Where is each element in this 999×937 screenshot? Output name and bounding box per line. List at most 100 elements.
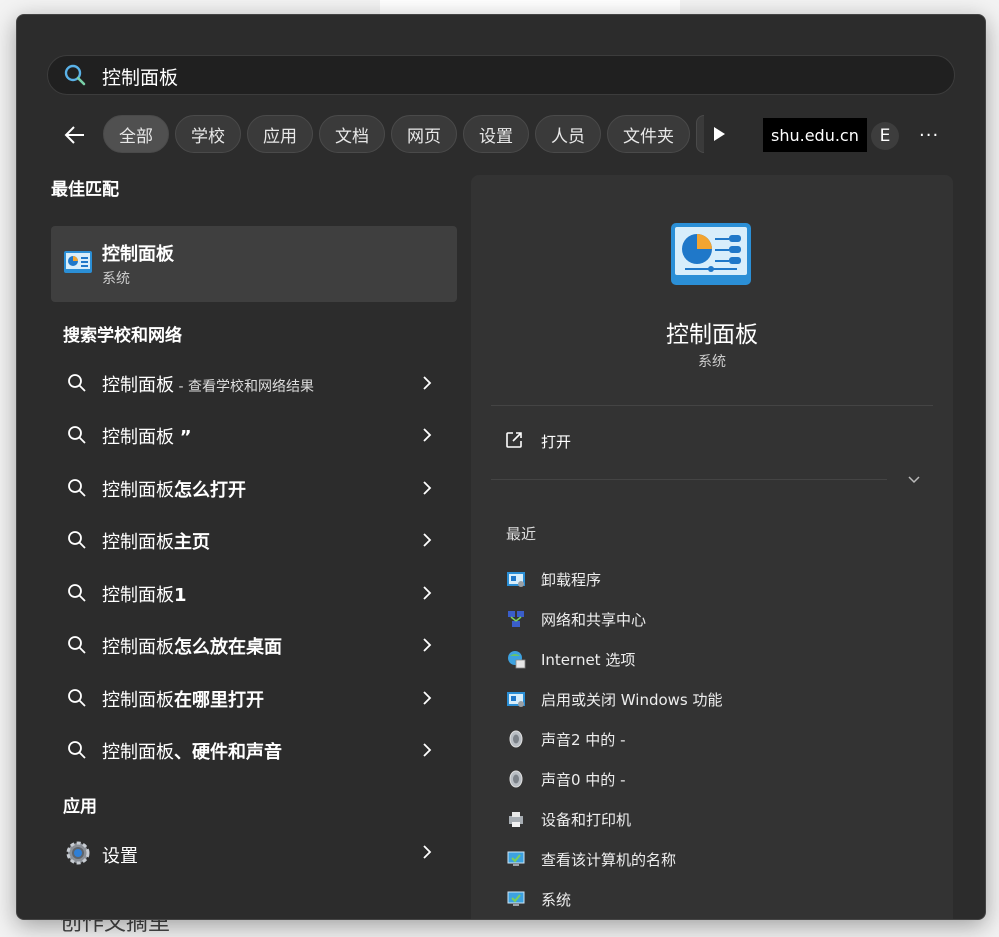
sound-icon [509,770,523,788]
recent-item-label: 网络和共享中心 [541,611,647,629]
chip-overflow[interactable] [696,115,704,153]
recent-item-label: 声音2 中的 - [541,731,626,749]
recent-item-label: 卸载程序 [541,571,602,589]
web-suggestion[interactable]: 控制面板 - 查看学校和网络结果 [51,361,451,405]
web-suggestion[interactable]: 控制面板、硬件和声音 [51,728,451,772]
results-list: 最佳匹配 控制面板 系统 搜索学校和网络 控制面板 - 查看学校和网络结果 控制… [51,175,461,867]
app-name: 设置 [102,846,138,867]
suggestion-text: 控制面板1 [102,585,187,606]
chip-people[interactable]: 人员 [535,115,601,153]
search-panel: 全部 学校 应用 文档 网页 设置 人员 文件夹 shu.edu.cn E ··… [16,14,986,920]
open-label: 打开 [541,433,572,451]
suggestion-text: 控制面板怎么放在桌面 [102,637,282,658]
best-match-name: 控制面板 [102,244,174,265]
best-match-heading: 最佳匹配 [51,180,119,200]
settings-gear-icon [66,841,90,865]
search-icon [68,426,86,444]
filter-chips: 全部 学校 应用 文档 网页 设置 人员 文件夹 [103,115,704,153]
recent-item-label: 查看该计算机的名称 [541,851,677,869]
chevron-right-icon [423,376,432,390]
school-domain-badge[interactable]: shu.edu.cn [763,118,867,152]
search-icon [68,636,86,654]
suggestion-text: 控制面板怎么打开 [102,480,246,501]
chip-all[interactable]: 全部 [103,115,169,153]
account-avatar[interactable]: E [871,122,899,150]
web-suggestion[interactable]: 控制面板怎么放在桌面 [51,623,451,667]
recent-item[interactable]: 查看该计算机的名称 [506,845,926,875]
suggestion-text: 控制面板 ” [102,427,192,448]
chevron-right-icon [423,533,432,547]
recent-item[interactable]: 网络和共享中心 [506,605,926,635]
chevron-right-icon [423,743,432,757]
chevron-right-icon [423,638,432,652]
search-icon [68,689,86,707]
recent-item[interactable]: 卸载程序 [506,565,926,595]
control-panel-icon [64,251,92,273]
chevron-right-icon [423,691,432,705]
filter-bar: 全部 学校 应用 文档 网页 设置 人员 文件夹 shu.edu.cn E ··… [57,115,977,155]
play-icon[interactable] [711,125,727,143]
open-external-icon [506,432,522,448]
chevron-right-icon [423,428,432,442]
chevron-right-icon [423,586,432,600]
search-icon [64,64,86,86]
back-arrow-icon[interactable] [63,123,87,147]
chip-web[interactable]: 网页 [391,115,457,153]
search-icon [68,741,86,759]
search-icon [68,584,86,602]
recent-item-label: Internet 选项 [541,651,636,669]
web-suggestion[interactable]: 控制面板怎么打开 [51,466,451,510]
web-suggestion[interactable]: 控制面板主页 [51,518,451,562]
divider [491,405,933,406]
search-icon [68,531,86,549]
search-icon [68,479,86,497]
control-panel-large-icon [671,223,751,285]
network-icon [508,611,524,627]
windows-features-icon [507,692,525,707]
search-box[interactable] [47,55,955,95]
best-match-type: 系统 [102,271,130,287]
background-window-strip [380,0,680,14]
chevron-right-icon [423,481,432,495]
chip-folders[interactable]: 文件夹 [607,115,690,153]
recent-item[interactable]: Internet 选项 [506,645,926,675]
recent-heading: 最近 [506,525,537,543]
internet-options-icon [508,651,526,669]
search-icon [68,374,86,392]
chip-apps[interactable]: 应用 [247,115,313,153]
web-search-heading: 搜索学校和网络 [63,326,182,346]
suggestion-text: 控制面板、硬件和声音 [102,742,282,763]
recent-item-label: 启用或关闭 Windows 功能 [541,691,723,709]
recent-item-label: 系统 [541,891,572,909]
recent-item[interactable]: 系统 [506,885,926,915]
chevron-down-icon[interactable] [907,475,921,485]
divider [491,479,887,480]
suggestion-text: 控制面板在哪里打开 [102,690,264,711]
computer-icon [507,891,525,906]
recent-item[interactable]: 声音0 中的 - [506,765,926,795]
chevron-right-icon [423,845,432,859]
recent-item-label: 设备和打印机 [541,811,632,829]
printer-icon [509,812,523,827]
web-suggestion[interactable]: 控制面板在哪里打开 [51,676,451,720]
chip-school[interactable]: 学校 [175,115,241,153]
recent-item[interactable]: 启用或关闭 Windows 功能 [506,685,926,715]
app-settings[interactable]: 设置 [51,830,451,874]
web-suggestion[interactable]: 控制面板 ” [51,413,451,457]
best-match-item[interactable]: 控制面板 系统 [51,226,457,302]
chip-settings[interactable]: 设置 [463,115,529,153]
search-input[interactable] [100,60,924,92]
recent-item-label: 声音0 中的 - [541,771,626,789]
web-suggestion[interactable]: 控制面板1 [51,571,451,615]
open-action[interactable]: 打开 [501,427,801,457]
recent-item[interactable]: 声音2 中的 - [506,725,926,755]
programs-icon [507,572,525,587]
preview-title: 控制面板 [666,322,758,348]
recent-item[interactable]: 设备和打印机 [506,805,926,835]
chip-documents[interactable]: 文档 [319,115,385,153]
suggestion-text: 控制面板主页 [102,532,210,553]
computer-icon [507,851,525,866]
suggestion-text: 控制面板 - 查看学校和网络结果 [102,375,314,396]
more-options-icon[interactable]: ··· [919,125,943,146]
apps-heading: 应用 [63,797,97,817]
